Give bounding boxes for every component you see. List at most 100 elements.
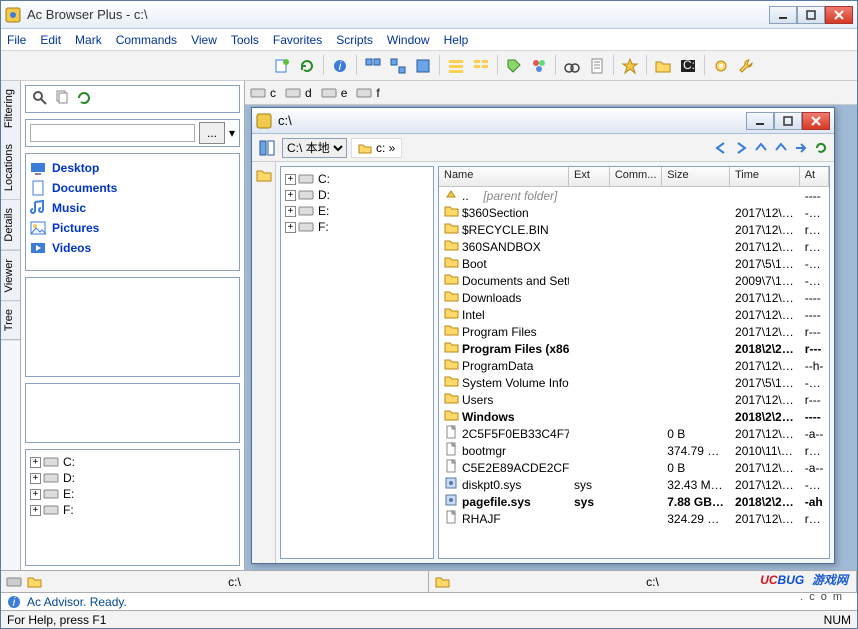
file-row[interactable]: Downloads2017\12\15 ...---- <box>439 289 829 306</box>
file-row[interactable]: $360Section2017\12\19 ...--hs <box>439 204 829 221</box>
copy-icon[interactable] <box>54 90 70 109</box>
menu-file[interactable]: File <box>7 33 26 47</box>
file-row[interactable]: Program Files2017\12\20 ...r--- <box>439 323 829 340</box>
menu-mark[interactable]: Mark <box>75 33 102 47</box>
refresh-icon[interactable] <box>76 90 92 109</box>
expand-icon[interactable]: + <box>285 190 296 201</box>
search-icon[interactable] <box>32 90 48 109</box>
file-row[interactable]: Program Files (x86)2018\2\25 ...r--- <box>439 340 829 357</box>
tree-drive-e[interactable]: +E: <box>30 486 235 502</box>
child-close-button[interactable] <box>802 112 830 130</box>
tool-cmd-icon[interactable]: C:\ <box>677 55 699 77</box>
menu-tools[interactable]: Tools <box>231 33 259 47</box>
tool-folder-icon[interactable] <box>652 55 674 77</box>
menu-commands[interactable]: Commands <box>116 33 177 47</box>
tool-list2-icon[interactable] <box>470 55 492 77</box>
tool-gear-icon[interactable] <box>710 55 732 77</box>
child-layout-icon[interactable] <box>256 137 278 159</box>
tree-drive-c[interactable]: +C: <box>30 454 235 470</box>
child-minimize-button[interactable] <box>746 112 774 130</box>
col-size[interactable]: Size <box>662 167 730 186</box>
file-row[interactable]: pagefile.syssys7.88 GB (8 4...2018\2\25 … <box>439 493 829 510</box>
expand-icon[interactable]: + <box>285 206 296 217</box>
maximize-button[interactable] <box>797 6 825 24</box>
tool-refresh-icon[interactable] <box>296 55 318 77</box>
drive-d[interactable]: d <box>286 86 312 100</box>
tool-doc-icon[interactable] <box>586 55 608 77</box>
childtree-c[interactable]: +C: <box>285 171 429 187</box>
file-row[interactable]: Boot2017\5\19 ...--hs <box>439 255 829 272</box>
menu-help[interactable]: Help <box>444 33 469 47</box>
nav-back-icon[interactable] <box>712 139 730 157</box>
tool-new-icon[interactable] <box>271 55 293 77</box>
tree-drive-f[interactable]: +F: <box>30 502 235 518</box>
vtab-locations[interactable]: Locations <box>1 136 20 200</box>
tool-palette-icon[interactable] <box>528 55 550 77</box>
file-row[interactable]: Intel2017\12\16 ...---- <box>439 306 829 323</box>
tool-wrench-icon[interactable] <box>735 55 757 77</box>
menu-scripts[interactable]: Scripts <box>336 33 373 47</box>
file-row[interactable]: diskpt0.syssys32.43 MB (3...2017\12\20 .… <box>439 476 829 493</box>
drive-c[interactable]: c <box>251 86 276 100</box>
menu-view[interactable]: View <box>191 33 217 47</box>
tool-binoc-icon[interactable] <box>561 55 583 77</box>
tool-tag-icon[interactable] <box>503 55 525 77</box>
tool-info-icon[interactable]: i <box>329 55 351 77</box>
file-row[interactable]: ProgramData2017\12\19 ...--h- <box>439 357 829 374</box>
drive-e[interactable]: e <box>322 86 348 100</box>
loc-music[interactable]: Music <box>30 198 235 218</box>
menu-window[interactable]: Window <box>387 33 430 47</box>
expand-icon[interactable]: + <box>30 505 41 516</box>
tool-tile-icon[interactable] <box>362 55 384 77</box>
file-row[interactable]: RHAJF324.29 KB ( ...2017\12\15 ...r-hs <box>439 510 829 527</box>
nav-up2-icon[interactable] <box>772 139 790 157</box>
filter-dropdown-icon[interactable]: ▾ <box>229 126 235 140</box>
col-name[interactable]: Name <box>439 167 569 186</box>
vtab-details[interactable]: Details <box>1 200 20 251</box>
loc-videos[interactable]: Videos <box>30 238 235 258</box>
tool-stack-icon[interactable] <box>387 55 409 77</box>
vtab-viewer[interactable]: Viewer <box>1 251 20 301</box>
tool-list1-icon[interactable] <box>445 55 467 77</box>
vtab-filtering[interactable]: Filtering <box>1 81 20 136</box>
filter-input[interactable] <box>30 124 195 142</box>
col-attr[interactable]: At <box>800 167 829 186</box>
nav-forward-icon[interactable] <box>732 139 750 157</box>
childtree-f[interactable]: +F: <box>285 219 429 235</box>
loc-desktop[interactable]: Desktop <box>30 158 235 178</box>
tool-single-icon[interactable] <box>412 55 434 77</box>
tool-fav-icon[interactable] <box>619 55 641 77</box>
file-row[interactable]: 360SANDBOX2017\12\15 ...r-hs <box>439 238 829 255</box>
menu-favorites[interactable]: Favorites <box>273 33 322 47</box>
childtree-d[interactable]: +D: <box>285 187 429 203</box>
file-row[interactable]: System Volume Informa...2017\5\19 ...--h… <box>439 374 829 391</box>
vtab-tree[interactable]: Tree <box>1 301 20 340</box>
childtree-e[interactable]: +E: <box>285 203 429 219</box>
menu-edit[interactable]: Edit <box>40 33 61 47</box>
col-ext[interactable]: Ext <box>569 167 610 186</box>
file-row[interactable]: .. [parent folder]---- <box>439 187 829 204</box>
drive-select[interactable]: C:\ 本地 <box>282 138 347 158</box>
filter-more-button[interactable]: ... <box>199 122 225 144</box>
close-button[interactable] <box>825 6 853 24</box>
pathbar-right[interactable]: c:\ <box>429 571 857 592</box>
file-row[interactable]: bootmgr374.79 KB ( ...2010\11\21 ...rahs <box>439 442 829 459</box>
expand-icon[interactable]: + <box>30 457 41 468</box>
file-row[interactable]: Windows2018\2\25 ...---- <box>439 408 829 425</box>
nav-go-icon[interactable] <box>792 139 810 157</box>
col-comm[interactable]: Comm... <box>610 167 662 186</box>
file-row[interactable]: $RECYCLE.BIN2017\12\15 ...r-hs <box>439 221 829 238</box>
expand-icon[interactable]: + <box>30 473 41 484</box>
child-maximize-button[interactable] <box>774 112 802 130</box>
file-row[interactable]: C5E2E89ACDE2CFBDC...0 B2017\12\15 ...-a-… <box>439 459 829 476</box>
loc-pictures[interactable]: Pictures <box>30 218 235 238</box>
expand-icon[interactable]: + <box>285 222 296 233</box>
drive-f[interactable]: f <box>357 86 379 100</box>
file-row[interactable]: 2C5F5F0EB33C4F75B4...0 B2017\12\15 ...-a… <box>439 425 829 442</box>
file-row[interactable]: Documents and Settings2009\7\14 ...--hs <box>439 272 829 289</box>
expand-icon[interactable]: + <box>285 174 296 185</box>
nav-up-icon[interactable] <box>752 139 770 157</box>
pathbar-left[interactable]: c:\ <box>1 571 429 592</box>
breadcrumb[interactable]: c: » <box>351 138 402 158</box>
col-time[interactable]: Time <box>730 167 800 186</box>
